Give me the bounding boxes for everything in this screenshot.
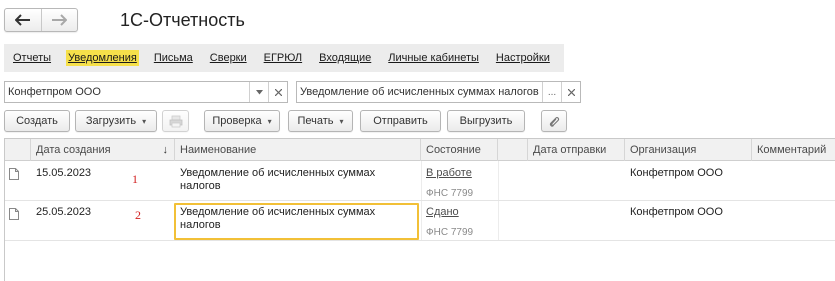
notification-name[interactable]: Уведомление об исчисленных суммах налого…: [180, 206, 415, 232]
menu-item-letters[interactable]: Письма: [152, 50, 195, 66]
menu-item-reports[interactable]: Отчеты: [11, 50, 53, 66]
close-icon: [274, 88, 282, 96]
menu-item-settings[interactable]: Настройки: [494, 50, 552, 66]
export-button-label: Выгрузить: [459, 115, 513, 127]
header-blank: [498, 139, 528, 161]
status-link[interactable]: Сдано: [426, 206, 473, 218]
cell-created-date: 25.05.2023: [36, 206, 92, 218]
header-sent[interactable]: Дата отправки: [528, 139, 625, 161]
create-button-label: Создать: [16, 115, 58, 127]
cell-name: Уведомление об исчисленных суммах налого…: [175, 167, 415, 193]
print-button[interactable]: Печать ▾: [288, 110, 353, 132]
table-row[interactable]: 15.05.2023 1 Уведомление об исчисленных …: [5, 162, 835, 201]
arrow-left-icon: [14, 14, 30, 26]
send-button[interactable]: Отправить: [360, 110, 441, 132]
print-icon-button[interactable]: [162, 110, 189, 132]
header-name[interactable]: Наименование: [175, 139, 421, 161]
header-comment[interactable]: Комментарий: [752, 139, 835, 161]
cell-name: Уведомление об исчисленных суммах налого…: [175, 206, 415, 232]
cell-organization: Конфетпром ООО: [630, 167, 723, 179]
forward-button[interactable]: [40, 9, 78, 31]
menu-item-personal-accounts[interactable]: Личные кабинеты: [386, 50, 481, 66]
dropdown-arrow-icon: ▾: [339, 116, 344, 126]
check-button[interactable]: Проверка ▾: [204, 110, 280, 132]
triangle-down-icon: [255, 89, 263, 94]
menu-item-egrul[interactable]: ЕГРЮЛ: [262, 50, 304, 66]
status-authority: ФНС 7799: [426, 227, 474, 238]
table-header: Дата создания ↓ Наименование Состояние Д…: [5, 139, 835, 161]
menu-item-notifications[interactable]: Уведомления: [66, 50, 139, 66]
organization-dropdown-button[interactable]: [249, 82, 268, 102]
notifications-table: Дата создания ↓ Наименование Состояние Д…: [4, 138, 835, 281]
cell-status: В работе ФНС 7799: [421, 167, 473, 199]
page-title: 1С-Отчетность: [120, 10, 245, 30]
row-marker: 2: [135, 208, 141, 222]
export-button[interactable]: Выгрузить: [447, 110, 525, 132]
header-created-label: Дата создания: [36, 144, 111, 156]
header-created[interactable]: Дата создания ↓: [31, 139, 175, 161]
status-authority: ФНС 7799: [426, 188, 474, 199]
load-button[interactable]: Загрузить ▾: [75, 110, 157, 132]
document-icon: [9, 168, 19, 180]
dropdown-arrow-icon: ▾: [142, 116, 147, 126]
attach-button[interactable]: [541, 110, 567, 132]
history-navigation: [4, 8, 78, 32]
header-icon-column: [5, 139, 31, 161]
document-icon: [9, 208, 19, 220]
table-row[interactable]: 25.05.2023 2 Уведомление об исчисленных …: [5, 202, 835, 241]
send-button-label: Отправить: [373, 115, 428, 127]
cell-created-date: 15.05.2023: [36, 167, 92, 179]
organization-clear-button[interactable]: [268, 82, 287, 102]
notification-name[interactable]: Уведомление об исчисленных суммах налого…: [180, 167, 415, 193]
check-button-label: Проверка: [212, 115, 262, 127]
sort-arrow-down-icon: ↓: [162, 144, 169, 156]
arrow-right-icon: [52, 14, 68, 26]
print-button-label: Печать: [297, 115, 334, 127]
menu-item-reconciliations[interactable]: Сверки: [208, 50, 249, 66]
command-bar: Создать Загрузить ▾ Проверка ▾ Печать ▾ …: [4, 110, 574, 133]
organization-filter-value[interactable]: Конфетпром ООО: [5, 86, 249, 98]
paperclip-icon: [549, 116, 560, 127]
organization-filter[interactable]: Конфетпром ООО: [4, 81, 288, 103]
document-type-select-button[interactable]: ...: [542, 82, 561, 102]
document-type-filter-value[interactable]: Уведомление об исчисленных суммах налого…: [297, 86, 542, 98]
cell-organization: Конфетпром ООО: [630, 206, 723, 218]
back-button[interactable]: [5, 9, 41, 31]
load-button-label: Загрузить: [85, 115, 137, 127]
section-menu: Отчеты Уведомления Письма Сверки ЕГРЮЛ В…: [4, 44, 564, 72]
create-button[interactable]: Создать: [4, 110, 70, 132]
row-marker: 1: [132, 172, 138, 186]
header-organization[interactable]: Организация: [625, 139, 752, 161]
header-status[interactable]: Состояние: [421, 139, 498, 161]
document-type-filter[interactable]: Уведомление об исчисленных суммах налого…: [296, 81, 581, 103]
document-type-clear-button[interactable]: [561, 82, 580, 102]
dropdown-arrow-icon: ▾: [267, 116, 272, 126]
close-icon: [567, 88, 575, 96]
menu-item-incoming[interactable]: Входящие: [317, 50, 373, 66]
cell-status: Сдано ФНС 7799: [421, 206, 473, 238]
status-link[interactable]: В работе: [426, 167, 473, 179]
printer-icon: [169, 115, 182, 127]
